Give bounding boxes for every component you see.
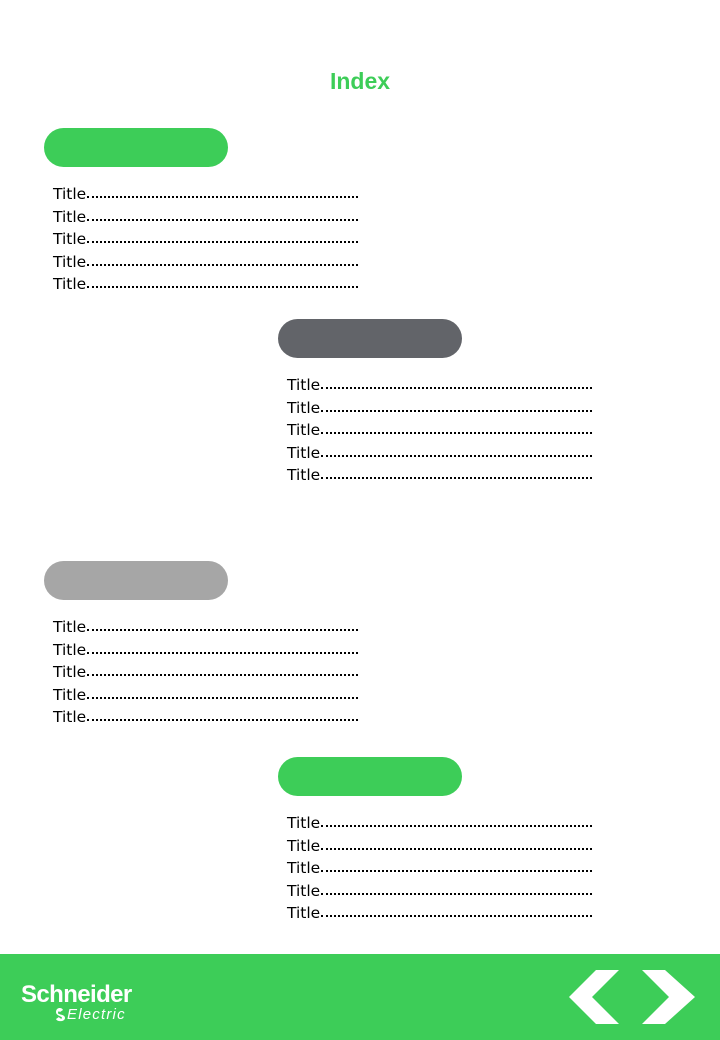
index-section-3: Title Title Title Title Title bbox=[44, 561, 358, 729]
toc-item[interactable]: Title bbox=[53, 706, 358, 729]
toc-item[interactable]: Title bbox=[287, 464, 592, 487]
index-section-1: Title Title Title Title Title bbox=[44, 128, 358, 296]
toc-item[interactable]: Title bbox=[287, 835, 592, 858]
toc-item[interactable]: Title bbox=[287, 880, 592, 903]
toc-item[interactable]: Title bbox=[53, 228, 358, 251]
toc-list: Title Title Title Title Title bbox=[278, 374, 592, 487]
section-header-pill bbox=[44, 561, 228, 600]
toc-item[interactable]: Title bbox=[287, 419, 592, 442]
index-section-2: Title Title Title Title Title bbox=[278, 319, 592, 487]
toc-item[interactable]: Title bbox=[53, 273, 358, 296]
index-section-4: Title Title Title Title Title bbox=[278, 757, 592, 925]
section-header-pill bbox=[278, 319, 462, 358]
toc-item[interactable]: Title bbox=[53, 206, 358, 229]
section-header-pill bbox=[278, 757, 462, 796]
chevron-right-icon bbox=[642, 970, 695, 1024]
toc-item[interactable]: Title bbox=[53, 183, 358, 206]
svg-text:Schneider: Schneider bbox=[21, 981, 132, 1008]
next-page-button[interactable] bbox=[640, 968, 698, 1026]
toc-item[interactable]: Title bbox=[53, 251, 358, 274]
toc-item[interactable]: Title bbox=[53, 661, 358, 684]
footer-bar: Schneider Electric bbox=[0, 954, 720, 1040]
toc-item[interactable]: Title bbox=[287, 902, 592, 925]
toc-item[interactable]: Title bbox=[287, 857, 592, 880]
prev-page-button[interactable] bbox=[566, 968, 624, 1026]
schneider-electric-logo: Schneider Electric bbox=[21, 978, 151, 1023]
toc-item[interactable]: Title bbox=[53, 616, 358, 639]
svg-text:Electric: Electric bbox=[67, 1006, 126, 1022]
toc-item[interactable]: Title bbox=[53, 684, 358, 707]
toc-item[interactable]: Title bbox=[287, 812, 592, 835]
page-title: Index bbox=[329, 68, 391, 94]
toc-list: Title Title Title Title Title bbox=[44, 183, 358, 296]
toc-list: Title Title Title Title Title bbox=[44, 616, 358, 729]
chevron-left-icon bbox=[569, 970, 619, 1024]
toc-item[interactable]: Title bbox=[287, 374, 592, 397]
toc-item[interactable]: Title bbox=[287, 397, 592, 420]
toc-item[interactable]: Title bbox=[287, 442, 592, 465]
toc-item[interactable]: Title bbox=[53, 639, 358, 662]
toc-list: Title Title Title Title Title bbox=[278, 812, 592, 925]
section-header-pill bbox=[44, 128, 228, 167]
